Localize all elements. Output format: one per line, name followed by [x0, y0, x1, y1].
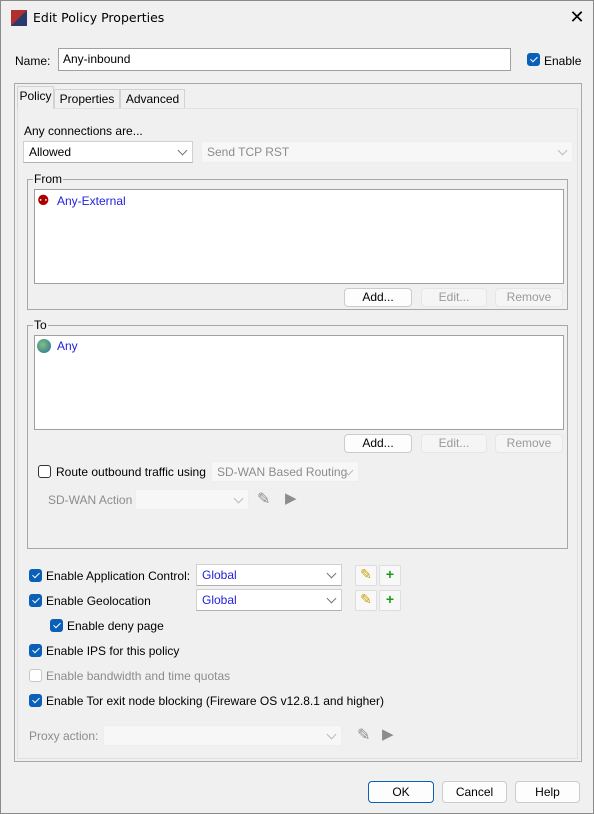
chevron-down-icon [326, 568, 337, 579]
cancel-button[interactable]: Cancel [442, 781, 507, 803]
connection-action-select[interactable]: Allowed [23, 141, 193, 163]
tab-policy[interactable]: Policy [17, 86, 54, 109]
list-item-label: Any-External [57, 193, 126, 208]
to-add-button[interactable]: Add... [344, 434, 412, 453]
routing-select: SD-WAN Based Routing [211, 461, 359, 482]
selected-value: Send TCP RST [207, 145, 290, 159]
app-control-checkbox[interactable] [29, 569, 42, 582]
app-icon [11, 10, 27, 26]
quotas-checkbox [29, 669, 42, 682]
help-button[interactable]: Help [515, 781, 580, 803]
add-geolocation-icon[interactable]: + [379, 590, 401, 611]
enable-label: Enable [544, 54, 582, 68]
to-edit-button[interactable]: Edit... [421, 434, 487, 453]
quotas-label: Enable bandwidth and time quotas [46, 669, 231, 683]
chevron-down-icon [326, 593, 337, 604]
proxy-action-label: Proxy action: [29, 729, 99, 743]
app-control-select[interactable]: Global [196, 564, 342, 586]
selected-value: Global [202, 568, 237, 582]
app-control-label: Enable Application Control: [46, 569, 191, 583]
chevron-down-icon [557, 145, 568, 156]
selected-value: Allowed [29, 145, 72, 159]
chevron-down-icon [177, 145, 188, 156]
tab-properties[interactable]: Properties [54, 89, 120, 108]
ok-button[interactable]: OK [368, 781, 434, 803]
globe-icon [37, 339, 51, 353]
geolocation-select[interactable]: Global [196, 589, 342, 611]
from-edit-button[interactable]: Edit... [421, 288, 487, 307]
proxy-action-select [103, 725, 342, 746]
to-remove-button[interactable]: Remove [495, 434, 563, 453]
deny-page-label: Enable deny page [67, 619, 164, 633]
selected-value: Global [202, 593, 237, 607]
selected-value: SD-WAN Based Routing [217, 465, 348, 479]
from-add-button[interactable]: Add... [344, 288, 412, 307]
chevron-down-icon [233, 493, 244, 504]
from-remove-button[interactable]: Remove [495, 288, 563, 307]
from-label: From [33, 172, 63, 186]
edit-geolocation-icon[interactable]: ✎ [355, 590, 377, 611]
geolocation-label: Enable Geolocation [46, 594, 151, 608]
new-action-icon: ▶ [285, 490, 297, 507]
external-user-icon: ⚉ [37, 192, 50, 208]
close-icon[interactable]: ✕ [567, 6, 587, 28]
tab-advanced[interactable]: Advanced [120, 89, 185, 108]
list-item[interactable]: ⚉ Any-External [37, 193, 126, 208]
enable-checkbox[interactable] [527, 53, 540, 66]
add-app-control-icon[interactable]: + [379, 565, 401, 586]
name-label: Name: [15, 54, 51, 68]
chevron-down-icon [326, 729, 337, 740]
list-item-label: Any [57, 339, 78, 353]
edit-app-control-icon[interactable]: ✎ [355, 565, 377, 586]
route-outbound-label: Route outbound traffic using [56, 465, 206, 479]
ips-label: Enable IPS for this policy [46, 644, 180, 658]
to-list[interactable]: Any [34, 335, 564, 430]
list-item[interactable]: Any [37, 339, 78, 353]
tor-checkbox[interactable] [29, 694, 42, 707]
edit-action-icon: ✎ [257, 491, 271, 508]
edit-proxy-icon: ✎ [357, 727, 371, 744]
tor-label: Enable Tor exit node blocking (Fireware … [46, 694, 384, 708]
ips-checkbox[interactable] [29, 644, 42, 657]
tcp-rst-select: Send TCP RST [201, 141, 573, 163]
connections-label: Any connections are... [24, 124, 143, 138]
sdwan-action-select [135, 489, 249, 510]
geolocation-checkbox[interactable] [29, 594, 42, 607]
window-title: Edit Policy Properties [33, 10, 165, 25]
sdwan-action-label: SD-WAN Action [48, 493, 133, 507]
name-input[interactable]: Any-inbound [58, 48, 511, 71]
from-list[interactable]: ⚉ Any-External [34, 189, 564, 284]
route-outbound-checkbox[interactable] [38, 465, 51, 478]
deny-page-checkbox[interactable] [50, 619, 63, 632]
to-label: To [33, 318, 48, 332]
new-proxy-icon: ▶ [382, 726, 394, 743]
